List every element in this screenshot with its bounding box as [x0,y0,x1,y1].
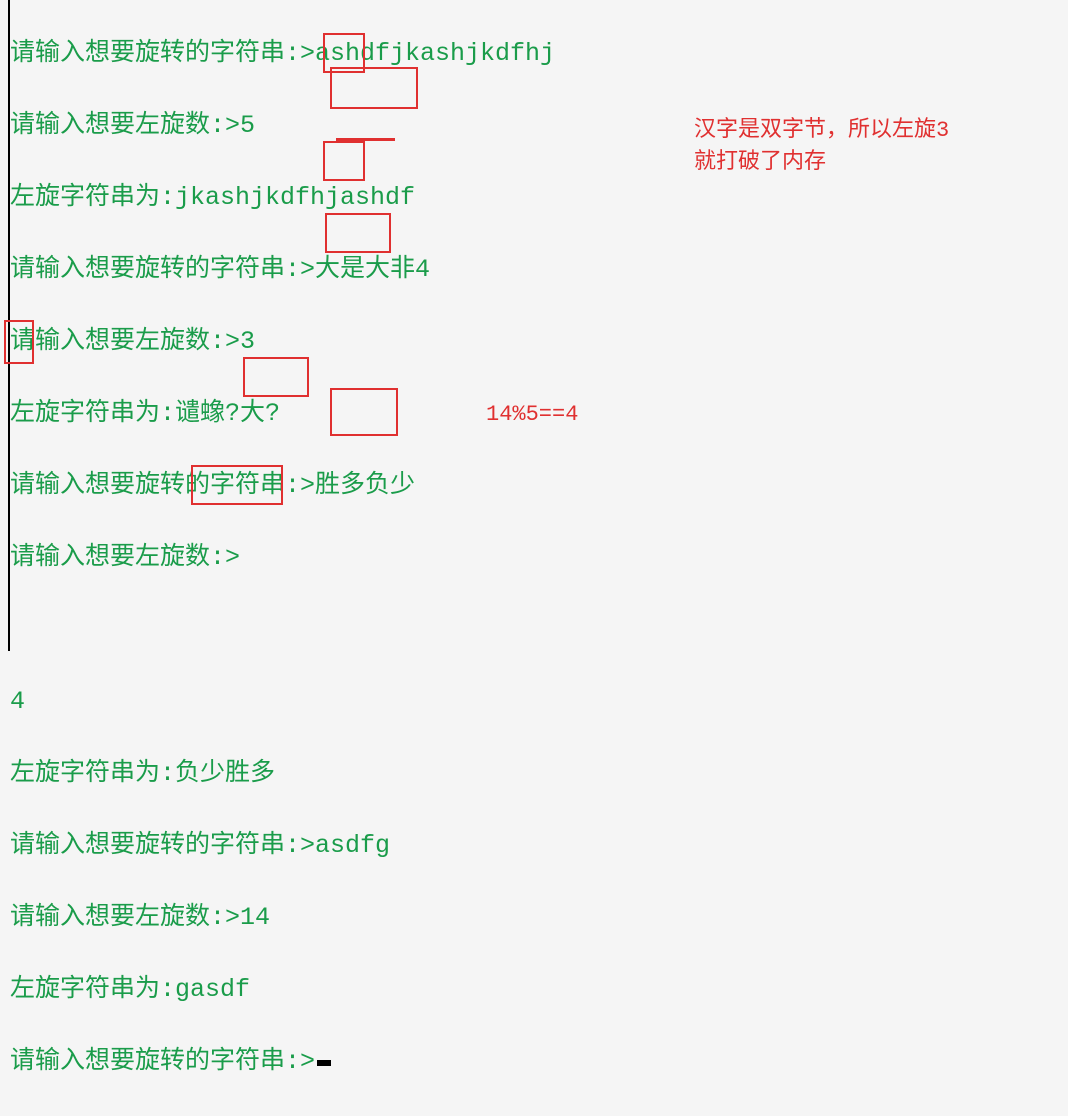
prompt-result: 左旋字符串为: [10,975,175,1004]
console-line: 4 [10,684,1068,720]
console-output: 请输入想要旋转的字符串:>ashdfjkashjkdfhj 请输入想要左旋数:>… [8,0,1068,651]
shift-value: 4 [10,687,25,716]
console-line: 请输入想要左旋数:>14 [10,900,1068,936]
console-line: 请输入想要左旋数:>3 [10,324,1068,360]
prompt-result: 左旋字符串为: [10,759,175,788]
console-line: 请输入想要旋转的字符串:>ashdfjkashjkdfhj [10,36,1068,72]
console-line: 左旋字符串为:jkashjkdfhjashdf [10,180,1068,216]
prompt-enter-string: 请输入想要旋转的字符串:> [10,255,315,284]
annotation-hanzi-line1: 汉字是双字节，所以左旋3 [694,116,949,146]
input-string-value: 胜多负少 [315,471,415,500]
console-line: 左旋字符串为:负少胜多 [10,756,1068,792]
console-line: 左旋字符串为:gasdf [10,972,1068,1008]
console-line: 请输入想要旋转的字符串:>大是大非4 [10,252,1068,288]
prompt-result: 左旋字符串为: [10,399,175,428]
console-line-blank [10,612,1068,648]
prompt-enter-string: 请输入想要旋转的字符串:> [10,831,315,860]
prompt-enter-shift: 请输入想要左旋数:> [10,903,240,932]
input-string-value: 大是大非4 [315,255,430,284]
prompt-enter-shift: 请输入想要左旋数:> [10,327,240,356]
input-string-value: asdfg [315,831,390,860]
console-line: 请输入想要左旋数:> [10,540,1068,576]
result-value: jkashjkdfhjashdf [175,183,415,212]
prompt-enter-string: 请输入想要旋转的字符串:> [10,471,315,500]
shift-value: 3 [240,327,255,356]
prompt-enter-string: 请输入想要旋转的字符串:> [10,1047,315,1076]
shift-value: 5 [240,111,255,140]
prompt-enter-shift: 请输入想要左旋数:> [10,111,240,140]
annotation-mod: 14%5==4 [486,400,578,430]
annotation-hanzi-line2: 就打破了内存 [694,148,826,178]
result-value: 谴蟓?大? [175,399,280,428]
console-line: 请输入想要旋转的字符串:>胜多负少 [10,468,1068,504]
input-string-value: ashdfjkashjkdfhj [315,39,555,68]
prompt-enter-shift: 请输入想要左旋数:> [10,543,240,572]
console-line: 请输入想要旋转的字符串:>asdfg [10,828,1068,864]
console-line: 请输入想要旋转的字符串:> [10,1044,1068,1080]
prompt-enter-string: 请输入想要旋转的字符串:> [10,39,315,68]
shift-value: 14 [240,903,270,932]
result-value: gasdf [175,975,250,1004]
cursor-icon [317,1060,331,1066]
result-value: 负少胜多 [175,759,275,788]
prompt-result: 左旋字符串为: [10,183,175,212]
